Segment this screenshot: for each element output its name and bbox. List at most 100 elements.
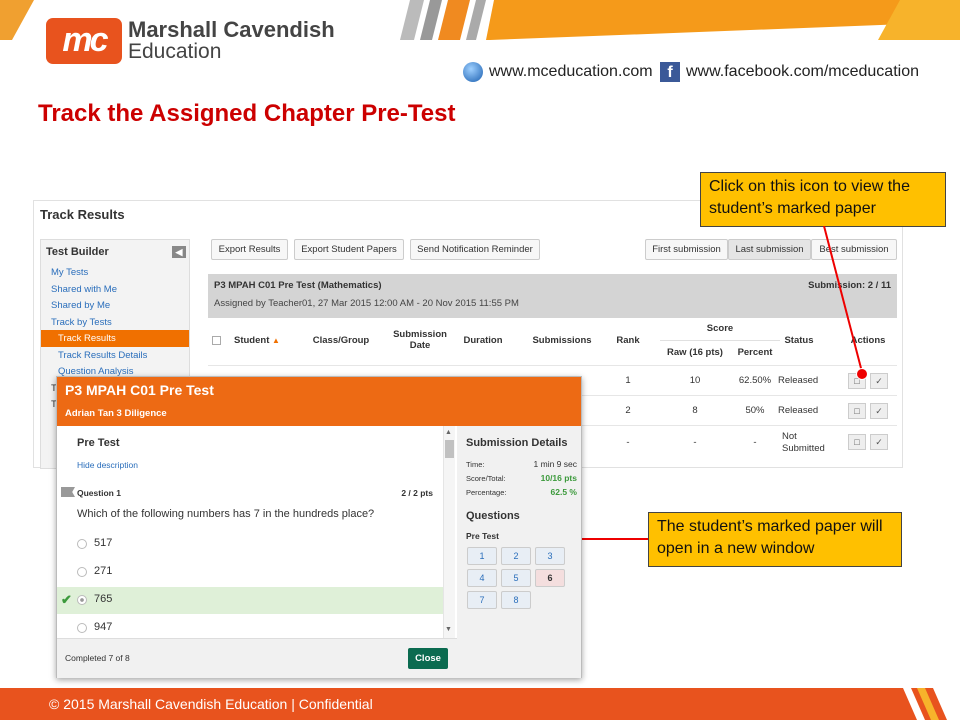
sidebar-item-track-results-details[interactable]: Track Results Details: [41, 347, 189, 364]
row1-rank: 1: [625, 375, 631, 386]
details-heading: Submission Details: [466, 437, 568, 449]
footer-decoration: [903, 688, 960, 720]
radio-button[interactable]: [77, 539, 87, 549]
website-link[interactable]: www.mceducation.com: [463, 62, 653, 82]
row3-percent: -: [753, 437, 757, 448]
row3-rank: -: [626, 437, 630, 448]
website-text: www.mceducation.com: [489, 63, 653, 80]
sidebar-item-my-tests[interactable]: My Tests: [41, 264, 189, 281]
sidebar-heading-text: Test Builder: [46, 246, 109, 258]
export-student-papers-button[interactable]: Export Student Papers: [294, 239, 404, 260]
slide-title: Track the Assigned Chapter Pre-Test: [38, 100, 456, 127]
scroll-up-icon[interactable]: ▲: [445, 429, 452, 436]
row2-raw: 8: [692, 405, 698, 416]
close-button[interactable]: Close: [408, 648, 448, 669]
questions-heading: Questions: [466, 510, 520, 522]
popup-student: Adrian Tan 3 Diligence: [65, 408, 167, 419]
question-nav-button[interactable]: 1: [467, 547, 497, 565]
sidebar-heading: Test Builder ◀: [41, 240, 189, 264]
question-nav-button[interactable]: 4: [467, 569, 497, 587]
submission-details-pane: Submission Details Time: 1 min 9 sec Sco…: [457, 426, 581, 678]
row3-status: Not Submitted: [782, 431, 825, 454]
row2-status: Released: [778, 405, 819, 416]
column-raw: Raw (16 pts): [667, 347, 723, 358]
column-student[interactable]: Student ▲: [234, 335, 280, 346]
sidebar-item-track-results[interactable]: Track Results: [41, 330, 189, 347]
select-all-checkbox[interactable]: [212, 336, 221, 345]
callout-view-icon: Click on this icon to view the student’s…: [700, 172, 946, 227]
column-class-group: Class/Group: [312, 335, 370, 346]
sidebar-item-shared-by-me[interactable]: Shared by Me: [41, 297, 189, 314]
export-results-button[interactable]: Export Results: [211, 239, 288, 260]
brand-name-line1: Marshall Cavendish: [128, 17, 335, 42]
column-score: Score: [706, 323, 734, 334]
sidebar-item-shared-with-me[interactable]: Shared with Me: [41, 281, 189, 298]
radio-button[interactable]: [77, 623, 87, 633]
option-text: 765: [94, 593, 113, 605]
question-nav-button-current[interactable]: 6: [535, 569, 565, 587]
facebook-link[interactable]: f www.facebook.com/mceducation: [660, 62, 919, 82]
question-nav-button[interactable]: 5: [501, 569, 531, 587]
edit-icon[interactable]: ✓: [870, 403, 888, 419]
flag-icon[interactable]: [61, 487, 75, 497]
test-assigned: Assigned by Teacher01, 27 Mar 2015 12:00…: [214, 298, 519, 309]
popup-footer: Completed 7 of 8 Close: [57, 638, 457, 678]
question-label: Question 1: [77, 488, 121, 498]
time-label: Time:: [466, 460, 485, 469]
option-text: 517: [94, 537, 113, 549]
question-nav-button[interactable]: 8: [501, 591, 531, 609]
completed-count: Completed 7 of 8: [65, 653, 130, 663]
edit-icon[interactable]: ✓: [870, 434, 888, 450]
popup-header: P3 MPAH C01 Pre Test Adrian Tan 3 Dilige…: [57, 377, 581, 426]
question-points: 2 / 2 pts: [401, 488, 433, 498]
radio-button-selected[interactable]: [77, 595, 87, 605]
brand-name-line2: Education: [128, 40, 222, 63]
view-marked-paper-icon[interactable]: □: [848, 403, 866, 419]
radio-button[interactable]: [77, 567, 87, 577]
row3-raw: -: [693, 437, 697, 448]
edit-icon[interactable]: ✓: [870, 373, 888, 389]
option-text: 947: [94, 621, 113, 633]
answer-option[interactable]: 947: [57, 615, 443, 638]
last-submission-button[interactable]: Last submission: [728, 239, 811, 260]
row1-percent: 62.50%: [738, 375, 772, 386]
section-title: Pre Test: [77, 437, 120, 449]
collapse-icon[interactable]: ◀: [172, 246, 186, 258]
globe-icon: [463, 62, 483, 82]
time-value: 1 min 9 sec: [533, 459, 577, 469]
pointer-dot: [856, 368, 868, 380]
column-duration: Duration: [463, 335, 503, 346]
callout-pointer-line: [574, 538, 648, 540]
column-percent: Percent: [737, 347, 773, 358]
answer-option[interactable]: 271: [57, 559, 443, 586]
first-submission-button[interactable]: First submission: [645, 239, 728, 260]
option-text: 271: [94, 565, 113, 577]
scroll-down-icon[interactable]: ▼: [445, 626, 452, 633]
scroll-thumb[interactable]: [445, 440, 454, 458]
footer-text: © 2015 Marshall Cavendish Education | Co…: [49, 696, 373, 712]
question-nav-button[interactable]: 2: [501, 547, 531, 565]
send-reminder-button[interactable]: Send Notification Reminder: [410, 239, 540, 260]
column-submissions: Submissions: [532, 335, 592, 346]
scrollbar[interactable]: ▲ ▼: [443, 426, 455, 638]
test-title: P3 MPAH C01 Pre Test (Mathematics): [214, 280, 382, 291]
hide-description-link[interactable]: Hide description: [77, 460, 138, 470]
marked-paper-window: P3 MPAH C01 Pre Test Adrian Tan 3 Dilige…: [56, 376, 582, 678]
score-value: 10/16 pts: [540, 473, 577, 483]
slide-footer: © 2015 Marshall Cavendish Education | Co…: [0, 688, 960, 720]
row2-rank: 2: [625, 405, 631, 416]
answer-option[interactable]: 517: [57, 531, 443, 558]
answer-option-correct[interactable]: ✔ 765: [57, 587, 443, 614]
question-nav-button[interactable]: 3: [535, 547, 565, 565]
question-nav-button[interactable]: 7: [467, 591, 497, 609]
row2-percent: 50%: [745, 405, 765, 416]
score-label: Score/Total:: [466, 474, 506, 483]
sidebar-item-track-by-tests[interactable]: Track by Tests: [41, 314, 189, 331]
score-divider: [660, 340, 780, 341]
facebook-text: www.facebook.com/mceducation: [686, 63, 919, 80]
row1-raw: 10: [689, 375, 701, 386]
callout-new-window: The student’s marked paper will open in …: [648, 512, 902, 567]
column-rank: Rank: [616, 335, 640, 346]
view-marked-paper-icon[interactable]: □: [848, 434, 866, 450]
questions-section: Pre Test: [466, 531, 499, 541]
